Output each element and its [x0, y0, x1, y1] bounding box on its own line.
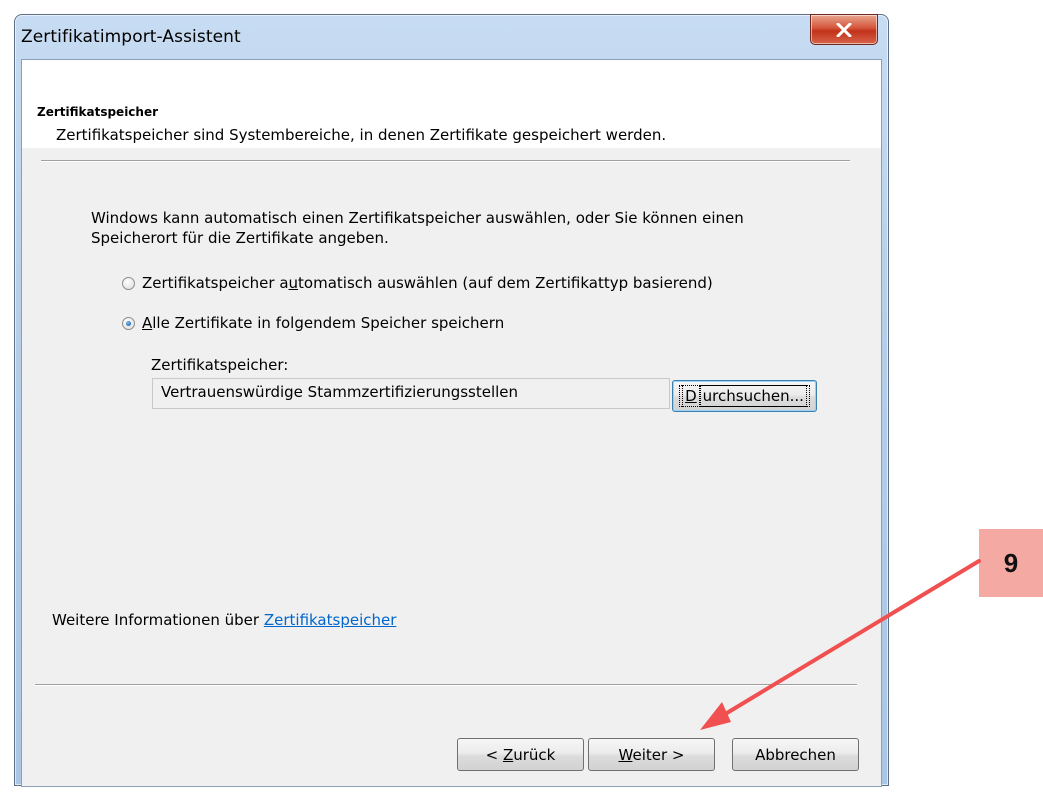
section-description: Zertifikatspeicher sind Systembereiche, …: [56, 126, 667, 144]
close-icon: [836, 22, 852, 37]
store-label: Zertifikatspeicher:: [151, 356, 289, 374]
wizard-client-area: Zertifikatspeicher Zertifikatspeicher si…: [21, 59, 882, 787]
close-button[interactable]: [810, 14, 878, 45]
title-bar[interactable]: Zertifikatimport-Assistent: [15, 14, 888, 59]
back-button[interactable]: < Zurück: [457, 738, 584, 771]
radio-auto-indicator[interactable]: [122, 276, 135, 290]
radio-auto-label[interactable]: Zertifikatspeicher automatisch auswählen…: [142, 274, 713, 292]
section-title: Zertifikatspeicher: [37, 105, 159, 119]
next-button[interactable]: Weiter >: [588, 738, 715, 771]
next-button-label: Weiter >: [618, 745, 685, 764]
window-title: Zertifikatimport-Assistent: [21, 27, 241, 47]
more-info-prefix: Weitere Informationen über: [52, 611, 260, 629]
cancel-button[interactable]: Abbrechen: [732, 738, 859, 771]
radio-manual-label[interactable]: Alle Zertifikate in folgendem Speicher s…: [142, 314, 504, 332]
step-badge: 9: [979, 529, 1043, 597]
radio-manual-store[interactable]: Alle Zertifikate in folgendem Speicher s…: [122, 314, 504, 332]
browse-button-label: Durchsuchen...: [679, 385, 810, 407]
intro-text: Windows kann automatisch einen Zertifika…: [91, 209, 744, 247]
wizard-header: Zertifikatspeicher Zertifikatspeicher si…: [22, 60, 881, 148]
more-info: Weitere Informationen über Zertifikatspe…: [52, 611, 396, 629]
store-field[interactable]: Vertrauenswürdige Stammzertifizierungsst…: [152, 378, 670, 409]
browse-button[interactable]: Durchsuchen...: [672, 380, 817, 412]
store-help-link[interactable]: Zertifikatspeicher: [264, 611, 397, 629]
header-separator: [41, 160, 850, 162]
back-button-label: < Zurück: [485, 745, 556, 764]
footer-separator: [35, 684, 857, 686]
radio-auto-select[interactable]: Zertifikatspeicher automatisch auswählen…: [122, 274, 713, 292]
radio-manual-indicator[interactable]: [122, 316, 135, 330]
